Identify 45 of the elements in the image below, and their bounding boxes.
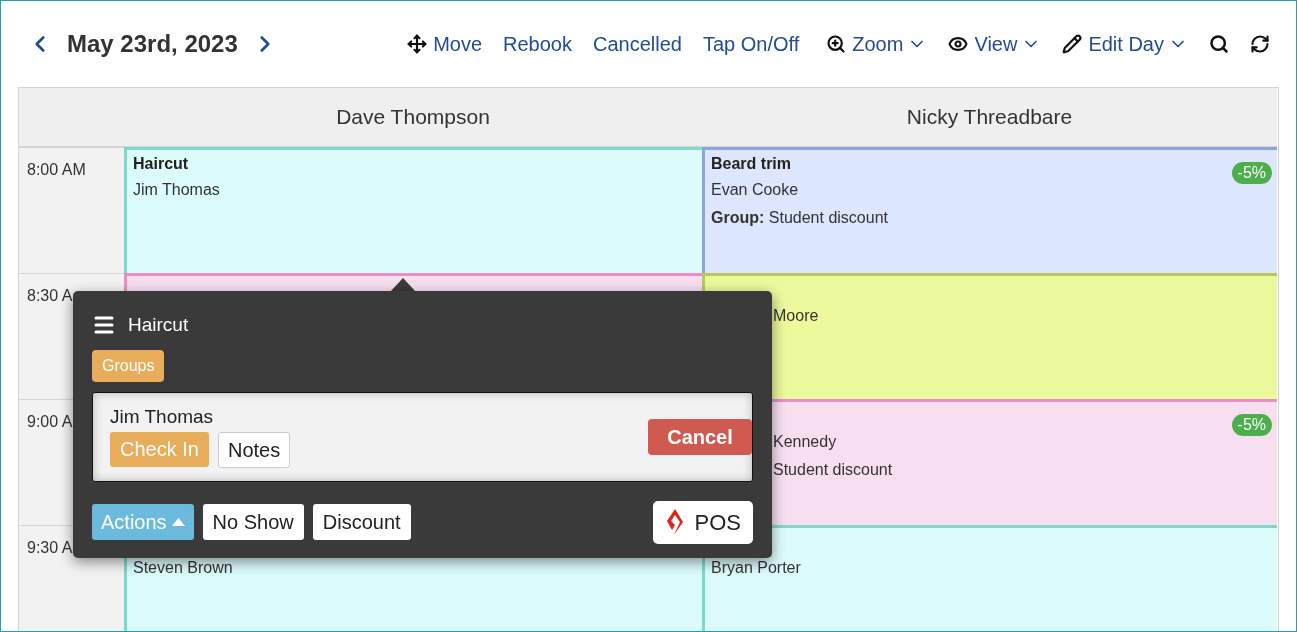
time-label: 9:30 A: [27, 539, 73, 556]
client-name: Evan Cooke: [711, 180, 800, 200]
toolbar-button[interactable]: Zoom: [826, 29, 928, 59]
time-label: 9:00 A: [27, 413, 73, 430]
client-name: Moore: [773, 306, 820, 326]
popup-action-button[interactable]: No Show: [202, 504, 304, 540]
client-name: Steven Brown: [133, 558, 234, 578]
toolbar-button[interactable]: Rebook: [503, 29, 572, 59]
toolbar-button[interactable]: Tap On/Off: [702, 29, 800, 59]
service-title: Beard trim: [711, 154, 792, 174]
appointment-card[interactable]: Haircut Jim Thomas: [124, 147, 702, 273]
popup-action-button[interactable]: Discount: [312, 504, 411, 540]
pencil-icon: [1062, 34, 1083, 54]
move-icon: [407, 34, 428, 54]
group-text: Group: Student discount: [711, 208, 889, 228]
search-icon: [1209, 34, 1229, 54]
refresh-icon: [1250, 34, 1270, 54]
toolbar-button[interactable]: Edit Day: [1062, 29, 1188, 59]
date-title: May 23rd, 2023: [67, 29, 238, 59]
staff-column-header: Nicky Threadbare: [702, 88, 1277, 147]
cancel-button[interactable]: Cancel: [648, 418, 752, 455]
zoom-in-icon: [826, 34, 847, 54]
discount-badge: -5%: [1231, 162, 1272, 184]
toolbar-button[interactable]: View: [948, 29, 1042, 59]
refresh-button[interactable]: [1250, 34, 1270, 54]
appointment-card[interactable]: Moore: [702, 273, 1277, 399]
toolbar-button[interactable]: Move: [407, 29, 483, 59]
client-name: Kennedy: [773, 432, 838, 452]
time-label: 8:00 AM: [27, 161, 86, 178]
eye-icon: [948, 34, 969, 54]
group-text: Student discount: [773, 460, 894, 480]
toolbar-button[interactable]: Cancelled: [592, 29, 682, 59]
appointment-card[interactable]: Beard trim Evan Cooke Group: Student discount -5%: [702, 147, 1277, 273]
flame-logo-icon: [664, 508, 685, 536]
time-label: 8:30 A: [27, 287, 73, 304]
staff-column-header: Dave Thompson: [124, 88, 702, 147]
search-button[interactable]: [1209, 34, 1229, 54]
discount-badge: -5%: [1231, 414, 1272, 436]
client-name: Bryan Porter: [711, 558, 802, 578]
pos-button[interactable]: POS: [652, 500, 753, 544]
service-title: Haircut: [133, 154, 189, 174]
client-name: Jim Thomas: [133, 180, 221, 200]
client-name: Jim Thomas: [110, 405, 215, 428]
popup-title: Haircut: [128, 313, 189, 337]
notes-button[interactable]: Notes: [217, 431, 291, 468]
